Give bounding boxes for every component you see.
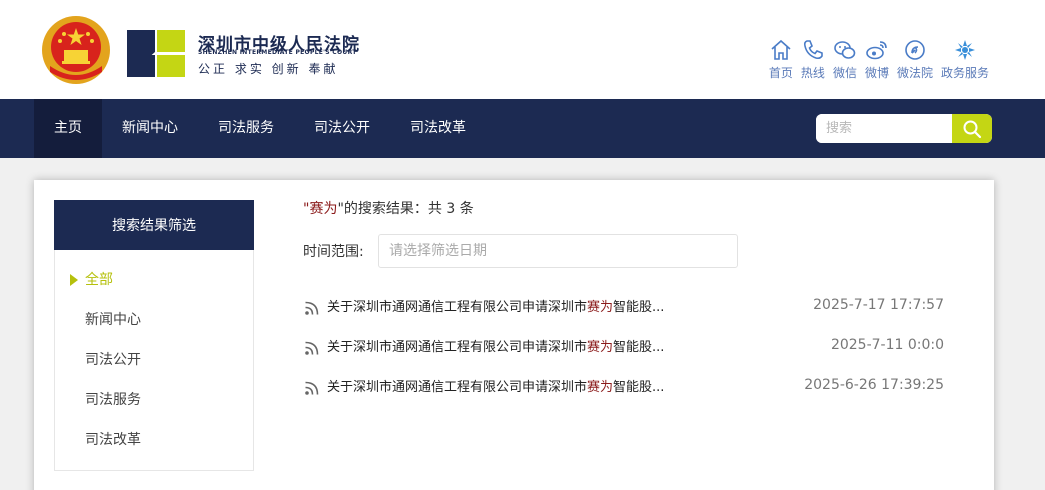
sidebar-item-label: 司法改革 <box>85 432 141 448</box>
triangle-right-icon <box>70 274 78 286</box>
wechat-icon <box>834 41 856 59</box>
court-name-en: SHENZHEN INTERMEDIATE PEOPLE'S COURT <box>198 49 357 56</box>
result-title[interactable]: 关于深圳市通网通信工程有限公司申请深圳市赛为智能股... <box>327 376 664 395</box>
home-icon <box>771 39 791 60</box>
sidebar-item-label: 司法服务 <box>85 392 141 408</box>
court-motto: 公正 求实 创新 奉献 <box>198 62 339 76</box>
quick-link-label: 首页 <box>768 66 793 80</box>
quick-link-wechat[interactable]: 微信 <box>833 38 857 81</box>
date-filter: 时间范围: <box>303 234 738 268</box>
sidebar-title: 搜索结果筛选 <box>54 200 254 250</box>
result-time: 2025-7-17 17:7:57 <box>813 297 944 313</box>
quick-link-label: 政务服务 <box>940 66 989 80</box>
date-filter-input[interactable] <box>378 234 738 268</box>
micro-court-icon <box>905 40 925 60</box>
result-title-text: 关于深圳市通网通信工程有限公司申请深圳市 <box>327 379 588 395</box>
nav-item-judicial-openness[interactable]: 司法公开 <box>294 99 390 158</box>
quick-link-micro-court[interactable]: 微法院 <box>897 38 933 81</box>
quick-link-home[interactable]: 首页 <box>769 38 793 81</box>
result-title-text: 智能股... <box>613 339 665 355</box>
result-title-keyword: 赛为 <box>587 379 614 395</box>
quick-link-hotline[interactable]: 热线 <box>801 38 825 81</box>
nav-items: 主页 新闻中心 司法服务 司法公开 司法改革 <box>34 99 486 158</box>
quick-link-label: 微法院 <box>896 66 933 80</box>
site-header: 深圳市中级人民法院 SHENZHEN INTERMEDIATE PEOPLE'S… <box>0 0 1045 99</box>
result-time: 2025-7-11 0:0:0 <box>830 337 944 353</box>
search-icon <box>963 120 982 138</box>
result-title-text: 关于深圳市通网通信工程有限公司申请深圳市 <box>327 299 588 315</box>
nav-item-home[interactable]: 主页 <box>34 99 102 158</box>
nav-item-judicial-services[interactable]: 司法服务 <box>198 99 294 158</box>
filter-sidebar: 搜索结果筛选 全部 新闻中心 司法公开 司法服务 司法改革 <box>54 200 254 471</box>
sidebar-item-judicial-openness[interactable]: 司法公开 <box>55 340 253 380</box>
quick-link-label: 微信 <box>832 66 857 80</box>
phone-icon <box>803 40 823 60</box>
result-item[interactable]: 关于深圳市通网通信工程有限公司申请深圳市赛为智能股... 2025-7-17 1… <box>303 285 944 325</box>
summary-suffix: "的搜索结果：共 3 条 <box>337 201 474 217</box>
nav-item-news[interactable]: 新闻中心 <box>102 99 198 158</box>
search-input[interactable] <box>816 114 952 143</box>
quick-link-gov-service[interactable]: 政务服务 <box>941 38 989 81</box>
nav-item-judicial-reform[interactable]: 司法改革 <box>390 99 486 158</box>
sidebar-list: 全部 新闻中心 司法公开 司法服务 司法改革 <box>55 250 253 460</box>
result-title-keyword: 赛为 <box>587 299 614 315</box>
sidebar-item-judicial-services[interactable]: 司法服务 <box>55 380 253 420</box>
quick-link-weibo[interactable]: 微博 <box>865 38 889 81</box>
rss-icon <box>305 381 319 395</box>
result-title-text: 智能股... <box>613 379 665 395</box>
search-button[interactable] <box>952 114 992 143</box>
result-time: 2025-6-26 17:39:25 <box>804 377 944 393</box>
result-title-text: 关于深圳市通网通信工程有限公司申请深圳市 <box>327 339 588 355</box>
search-box <box>816 114 992 143</box>
result-item[interactable]: 关于深圳市通网通信工程有限公司申请深圳市赛为智能股... 2025-7-11 0… <box>303 325 944 365</box>
sidebar-item-label: 全部 <box>85 272 113 288</box>
content-panel: 搜索结果筛选 全部 新闻中心 司法公开 司法服务 司法改革 "赛为"的搜索结果：… <box>34 180 994 490</box>
quick-links: 首页 热线 微信 微博 微法院 政务服务 <box>761 38 989 81</box>
search-summary: "赛为"的搜索结果：共 3 条 <box>303 198 474 218</box>
court-logo-icon <box>127 30 185 77</box>
result-title[interactable]: 关于深圳市通网通信工程有限公司申请深圳市赛为智能股... <box>327 336 664 355</box>
result-item[interactable]: 关于深圳市通网通信工程有限公司申请深圳市赛为智能股... 2025-6-26 1… <box>303 365 944 405</box>
summary-keyword: 赛为 <box>309 201 338 217</box>
result-title-keyword: 赛为 <box>587 339 614 355</box>
sidebar-item-judicial-reform[interactable]: 司法改革 <box>55 420 253 460</box>
quick-link-label: 微博 <box>864 66 889 80</box>
gov-service-icon <box>954 40 975 60</box>
rss-icon <box>305 301 319 315</box>
sidebar-item-label: 司法公开 <box>85 352 141 368</box>
result-title-text: 智能股... <box>613 299 665 315</box>
main-nav: 主页 新闻中心 司法服务 司法公开 司法改革 <box>0 99 1045 158</box>
date-filter-label: 时间范围: <box>303 244 364 260</box>
rss-icon <box>305 341 319 355</box>
result-title[interactable]: 关于深圳市通网通信工程有限公司申请深圳市赛为智能股... <box>327 296 664 315</box>
sidebar-item-news[interactable]: 新闻中心 <box>55 300 253 340</box>
quick-link-label: 热线 <box>800 66 825 80</box>
result-list: 关于深圳市通网通信工程有限公司申请深圳市赛为智能股... 2025-7-17 1… <box>303 285 944 405</box>
national-emblem-icon <box>42 16 110 84</box>
sidebar-item-all[interactable]: 全部 <box>55 260 253 300</box>
sidebar-item-label: 新闻中心 <box>85 312 141 328</box>
weibo-icon <box>866 41 887 60</box>
